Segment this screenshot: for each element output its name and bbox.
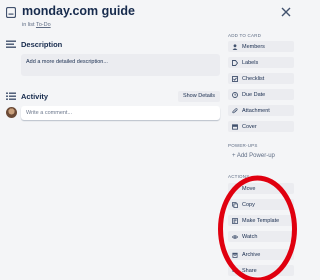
in-list-prefix: in list xyxy=(22,22,35,28)
red-highlight-ellipse xyxy=(218,175,297,280)
members-label: Members xyxy=(242,43,265,50)
attachment-label: Attachment xyxy=(242,107,270,114)
person-icon xyxy=(232,43,238,50)
card-title[interactable]: monday.com guide xyxy=(22,4,135,18)
members-button[interactable]: Members xyxy=(228,41,294,52)
attachment-button[interactable]: Attachment xyxy=(228,105,294,116)
cover-label: Cover xyxy=(242,123,257,130)
label-icon xyxy=(232,59,238,66)
checklist-icon xyxy=(232,75,238,82)
list-name-link[interactable]: To-Do xyxy=(36,22,51,28)
labels-button[interactable]: Labels xyxy=(228,57,294,68)
paperclip-icon xyxy=(232,107,238,113)
add-to-card-heading: ADD TO CARD xyxy=(228,33,262,38)
add-power-up-button[interactable]: + Add Power-up xyxy=(232,153,275,159)
comment-input[interactable]: Write a comment... xyxy=(21,106,220,120)
show-details-button[interactable]: Show Details xyxy=(178,91,220,102)
activity-icon xyxy=(6,92,16,100)
checklist-label: Checklist xyxy=(242,75,265,82)
description-field[interactable]: Add a more detailed description... xyxy=(21,54,220,76)
power-ups-heading: POWER-UPS xyxy=(228,143,258,148)
description-heading: Description xyxy=(21,40,63,49)
card-detail-window: monday.com guide in list To-Do Descripti… xyxy=(0,0,300,280)
cover-button[interactable]: Cover xyxy=(228,121,294,132)
due-date-button[interactable]: Due Date xyxy=(228,89,294,100)
activity-heading: Activity xyxy=(21,92,49,101)
due-date-label: Due Date xyxy=(242,91,266,98)
clock-icon xyxy=(232,91,238,98)
avatar xyxy=(6,107,17,118)
description-icon xyxy=(6,40,16,48)
card-icon xyxy=(6,7,16,18)
checklist-button[interactable]: Checklist xyxy=(228,73,294,84)
close-icon[interactable] xyxy=(280,6,292,18)
cover-icon xyxy=(232,123,238,130)
labels-label: Labels xyxy=(242,59,259,66)
in-list-text: in list To-Do xyxy=(22,22,51,28)
